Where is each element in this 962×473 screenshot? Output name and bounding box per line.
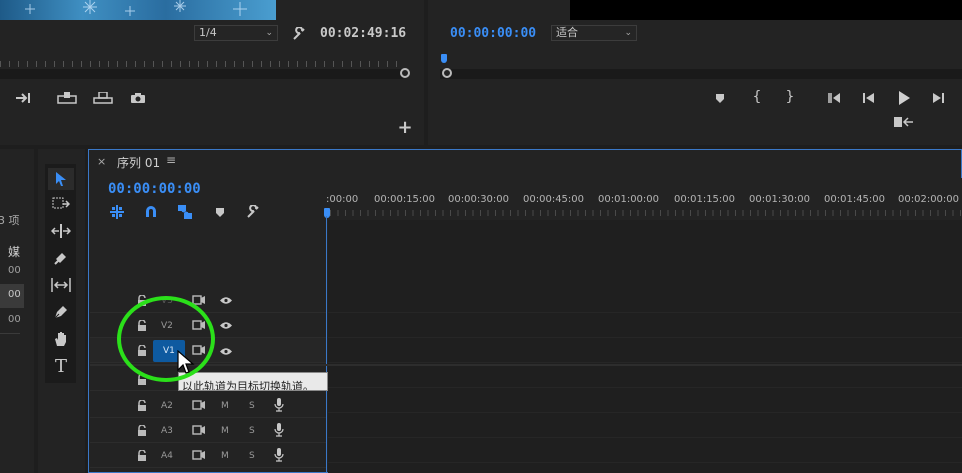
- ruler-labels: :00:00 00:00:15:00 00:00:30:00 00:00:45:00 0…: [0, 194, 962, 208]
- program-video-frame: [570, 0, 962, 20]
- source-video-frame: [0, 0, 276, 20]
- ruler-label: 00:01:00:00: [598, 194, 660, 205]
- play-icon[interactable]: [895, 89, 913, 107]
- solo-button-a4[interactable]: S: [249, 451, 255, 461]
- mute-button-a2[interactable]: M: [221, 401, 229, 411]
- timeline-panel-menu-icon[interactable]: ≡: [166, 153, 176, 167]
- mark-out-icon[interactable]: }: [783, 88, 797, 106]
- track-row-a3: [90, 418, 326, 443]
- project-row-3[interactable]: 00: [8, 314, 21, 325]
- lock-icon[interactable]: [136, 449, 148, 461]
- ruler-label: 00:01:30:00: [749, 194, 811, 205]
- project-row-1[interactable]: 00: [8, 265, 21, 276]
- project-items-count: 3 项: [0, 214, 20, 227]
- track-row-v3: [90, 288, 326, 313]
- source-scrub-ticks: [0, 61, 400, 67]
- track-target-tooltip: 以此轨道为目标切换轨道。: [178, 372, 328, 391]
- program-zoom-value: 适合: [556, 26, 578, 39]
- insert-icon[interactable]: [14, 89, 34, 107]
- hand-tool-icon[interactable]: [48, 328, 74, 350]
- timeline-playhead-marker[interactable]: [324, 208, 330, 218]
- mark-in-icon[interactable]: {: [750, 88, 764, 106]
- go-to-in-icon[interactable]: [826, 90, 844, 106]
- project-media-header[interactable]: 媒: [8, 243, 20, 260]
- ruler-label: 00:00:15:00: [374, 194, 436, 205]
- selection-tool-icon[interactable]: [48, 168, 74, 190]
- timeline-tab-title[interactable]: 序列 01: [117, 154, 160, 171]
- wrench-icon[interactable]: [290, 25, 308, 43]
- program-zoom-select[interactable]: 适合 ⌄: [551, 25, 637, 41]
- lift-extract-icon[interactable]: [892, 114, 916, 130]
- timeline-close-button[interactable]: ×: [97, 155, 106, 168]
- ruler-label: 00:01:45:00: [824, 194, 886, 205]
- program-scrub-track[interactable]: [440, 69, 962, 79]
- track-row-a4: [90, 443, 326, 468]
- track-row-a2: [90, 393, 326, 418]
- ruler-label: :00:00: [326, 194, 359, 205]
- tooltip-text: 以此轨道为目标切换轨道。: [182, 380, 314, 391]
- source-scrub-track[interactable]: [0, 69, 403, 79]
- track-label-a4[interactable]: A4: [161, 451, 173, 461]
- solo-button-a2[interactable]: S: [249, 401, 255, 411]
- timeline-playhead-line: [326, 216, 327, 473]
- green-highlight-circle: [117, 296, 215, 382]
- program-scrub-start-handle[interactable]: [442, 68, 452, 78]
- microphone-icon[interactable]: [272, 448, 286, 462]
- sync-lock-film-icon[interactable]: [191, 399, 207, 411]
- ruler-ticks: [330, 210, 962, 216]
- eye-icon[interactable]: [218, 294, 234, 306]
- microphone-icon[interactable]: [272, 398, 286, 412]
- marker-icon[interactable]: [712, 90, 728, 106]
- chevron-down-icon: ⌄: [265, 28, 273, 38]
- step-back-icon[interactable]: [861, 90, 877, 106]
- ruler-label: 00:02:00:00: [898, 194, 960, 205]
- source-page-select[interactable]: 1/4 ⌄: [194, 25, 278, 41]
- source-timecode[interactable]: 00:02:49:16: [320, 26, 406, 41]
- eye-icon[interactable]: [218, 345, 234, 357]
- lock-icon[interactable]: [136, 399, 148, 411]
- sync-lock-film-icon[interactable]: [191, 424, 207, 436]
- type-tool-icon[interactable]: T: [48, 355, 74, 377]
- ruler-label: 00:00:30:00: [448, 194, 510, 205]
- project-row-2[interactable]: 00: [0, 284, 24, 308]
- razor-tool-icon[interactable]: [48, 247, 74, 269]
- eye-icon[interactable]: [218, 319, 234, 331]
- chevron-down-icon: ⌄: [624, 28, 632, 38]
- mute-button-a4[interactable]: M: [221, 451, 229, 461]
- sync-lock-film-icon[interactable]: [191, 449, 207, 461]
- export-frame-lift-icon[interactable]: [92, 89, 114, 107]
- step-forward-icon[interactable]: [930, 90, 946, 106]
- premiere-workspace: 1/4 ⌄ 00:02:49:16 + 00:00:00:00 适合 ⌄ { }: [0, 0, 962, 473]
- solo-button-a3[interactable]: S: [249, 426, 255, 436]
- overwrite-icon[interactable]: [56, 89, 78, 107]
- ripple-edit-tool-icon[interactable]: [48, 220, 74, 242]
- project-divider: [0, 333, 20, 334]
- add-button-plus-icon[interactable]: +: [397, 117, 413, 138]
- mouse-cursor-icon: [177, 349, 197, 376]
- ruler-label: 00:01:15:00: [674, 194, 736, 205]
- source-page-value: 1/4: [199, 26, 217, 39]
- ruler-label: 00:00:45:00: [523, 194, 585, 205]
- track-label-a2[interactable]: A2: [161, 401, 173, 411]
- source-scrub-end-handle[interactable]: [400, 68, 410, 78]
- track-label-a3[interactable]: A3: [161, 426, 173, 436]
- content-row-lines: [328, 288, 962, 473]
- program-playhead-marker[interactable]: [441, 54, 447, 63]
- pen-tool-icon[interactable]: [48, 301, 74, 323]
- program-timecode[interactable]: 00:00:00:00: [450, 26, 536, 41]
- project-row-2-label: 00: [8, 289, 21, 300]
- lock-icon[interactable]: [136, 424, 148, 436]
- microphone-icon[interactable]: [272, 423, 286, 437]
- mute-button-a3[interactable]: M: [221, 426, 229, 436]
- snowflake-pattern: [25, 0, 247, 16]
- camera-icon[interactable]: [128, 89, 148, 107]
- slip-tool-icon[interactable]: [48, 274, 74, 296]
